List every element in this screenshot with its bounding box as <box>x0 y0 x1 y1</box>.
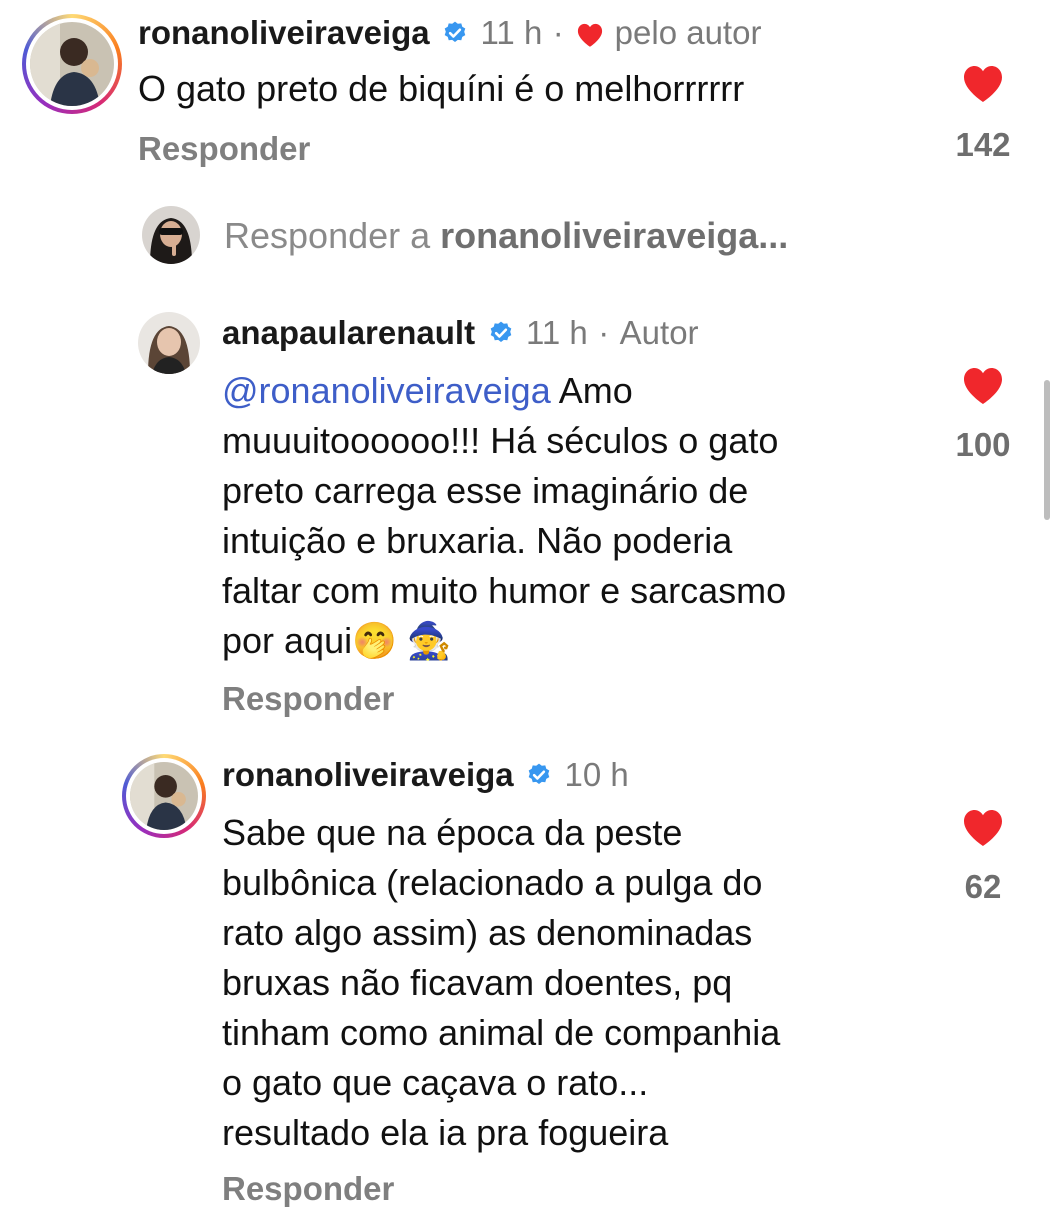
story-ring-avatar[interactable] <box>22 14 122 114</box>
comment-text: O gato preto de biquíni é o melhorrrrrr <box>138 68 745 109</box>
avatar <box>30 22 114 106</box>
reply-button[interactable]: Responder <box>222 680 394 718</box>
reply-button[interactable]: Responder <box>138 130 310 168</box>
username[interactable]: ronanoliveiraveiga <box>222 756 514 793</box>
like-heart-icon[interactable] <box>958 60 1008 104</box>
comment-line: intuição e bruxaria. Não poderia <box>222 520 733 561</box>
comment-line: rato algo assim) as denominadas <box>222 912 753 953</box>
comment-header: ronanoliveiraveiga 10 h <box>222 756 629 796</box>
comment-line: Amo <box>550 370 633 411</box>
timestamp: 11 h <box>480 14 543 51</box>
current-user-avatar <box>142 206 200 264</box>
comment-header: ronanoliveiraveiga 11 h · pelo autor <box>138 14 761 54</box>
comment-line: bulbônica (relacionado a pulga do <box>222 862 763 903</box>
separator: · <box>598 314 610 351</box>
comment-header: anapaularenault 11 h · Autor <box>222 314 699 354</box>
comment-line: Sabe que na época da peste <box>222 812 683 853</box>
comment-line: faltar com muito humor e sarcasmo <box>222 570 787 611</box>
comment-line: tinham como animal de companhia <box>222 1012 781 1053</box>
comment-text: Sabe que na época da peste bulbônica (re… <box>222 808 780 1158</box>
comment-line: resultado ela ia pra fogueira <box>222 1112 669 1153</box>
comment-line: por aqui🤭 🧙 <box>222 620 452 661</box>
reply-input-prefix: Responder a <box>224 215 441 256</box>
separator: · <box>552 14 564 51</box>
reply-input-target: ronanoliveiraveiga... <box>440 215 789 256</box>
like-count: 100 <box>955 426 1011 463</box>
story-ring-avatar[interactable] <box>122 754 206 838</box>
scrollbar[interactable] <box>1044 380 1050 520</box>
like-count: 62 <box>964 868 1002 905</box>
verified-badge-icon <box>526 762 552 788</box>
comment-line: muuuitoooooo!!! Há séculos o gato <box>222 420 779 461</box>
avatar <box>130 762 198 830</box>
liked-by-author-label: pelo autor <box>614 14 762 51</box>
avatar[interactable] <box>138 312 200 374</box>
comment-text: @ronanoliveiraveiga Amo muuuitoooooo!!! … <box>222 366 786 666</box>
username[interactable]: ronanoliveiraveiga <box>138 14 430 51</box>
like-heart-icon[interactable] <box>958 804 1008 848</box>
timestamp: 10 h <box>564 756 629 793</box>
mention-link[interactable]: @ronanoliveiraveiga <box>222 370 551 411</box>
username[interactable]: anapaularenault <box>222 314 475 351</box>
reply-button[interactable]: Responder <box>222 1170 394 1208</box>
like-heart-icon[interactable] <box>958 362 1008 406</box>
reply-input[interactable]: Responder a ronanoliveiraveiga... <box>224 215 788 257</box>
comment-line: bruxas não ficavam doentes, pq <box>222 962 733 1003</box>
heart-small-icon <box>574 20 606 48</box>
like-count: 142 <box>955 126 1011 163</box>
timestamp: 11 h <box>525 314 588 351</box>
comment-line: preto carrega esse imaginário de <box>222 470 749 511</box>
author-label: Autor <box>619 314 699 351</box>
verified-badge-icon <box>442 20 468 46</box>
comment-line: o gato que caçava o rato... <box>222 1062 649 1103</box>
verified-badge-icon <box>488 320 514 346</box>
